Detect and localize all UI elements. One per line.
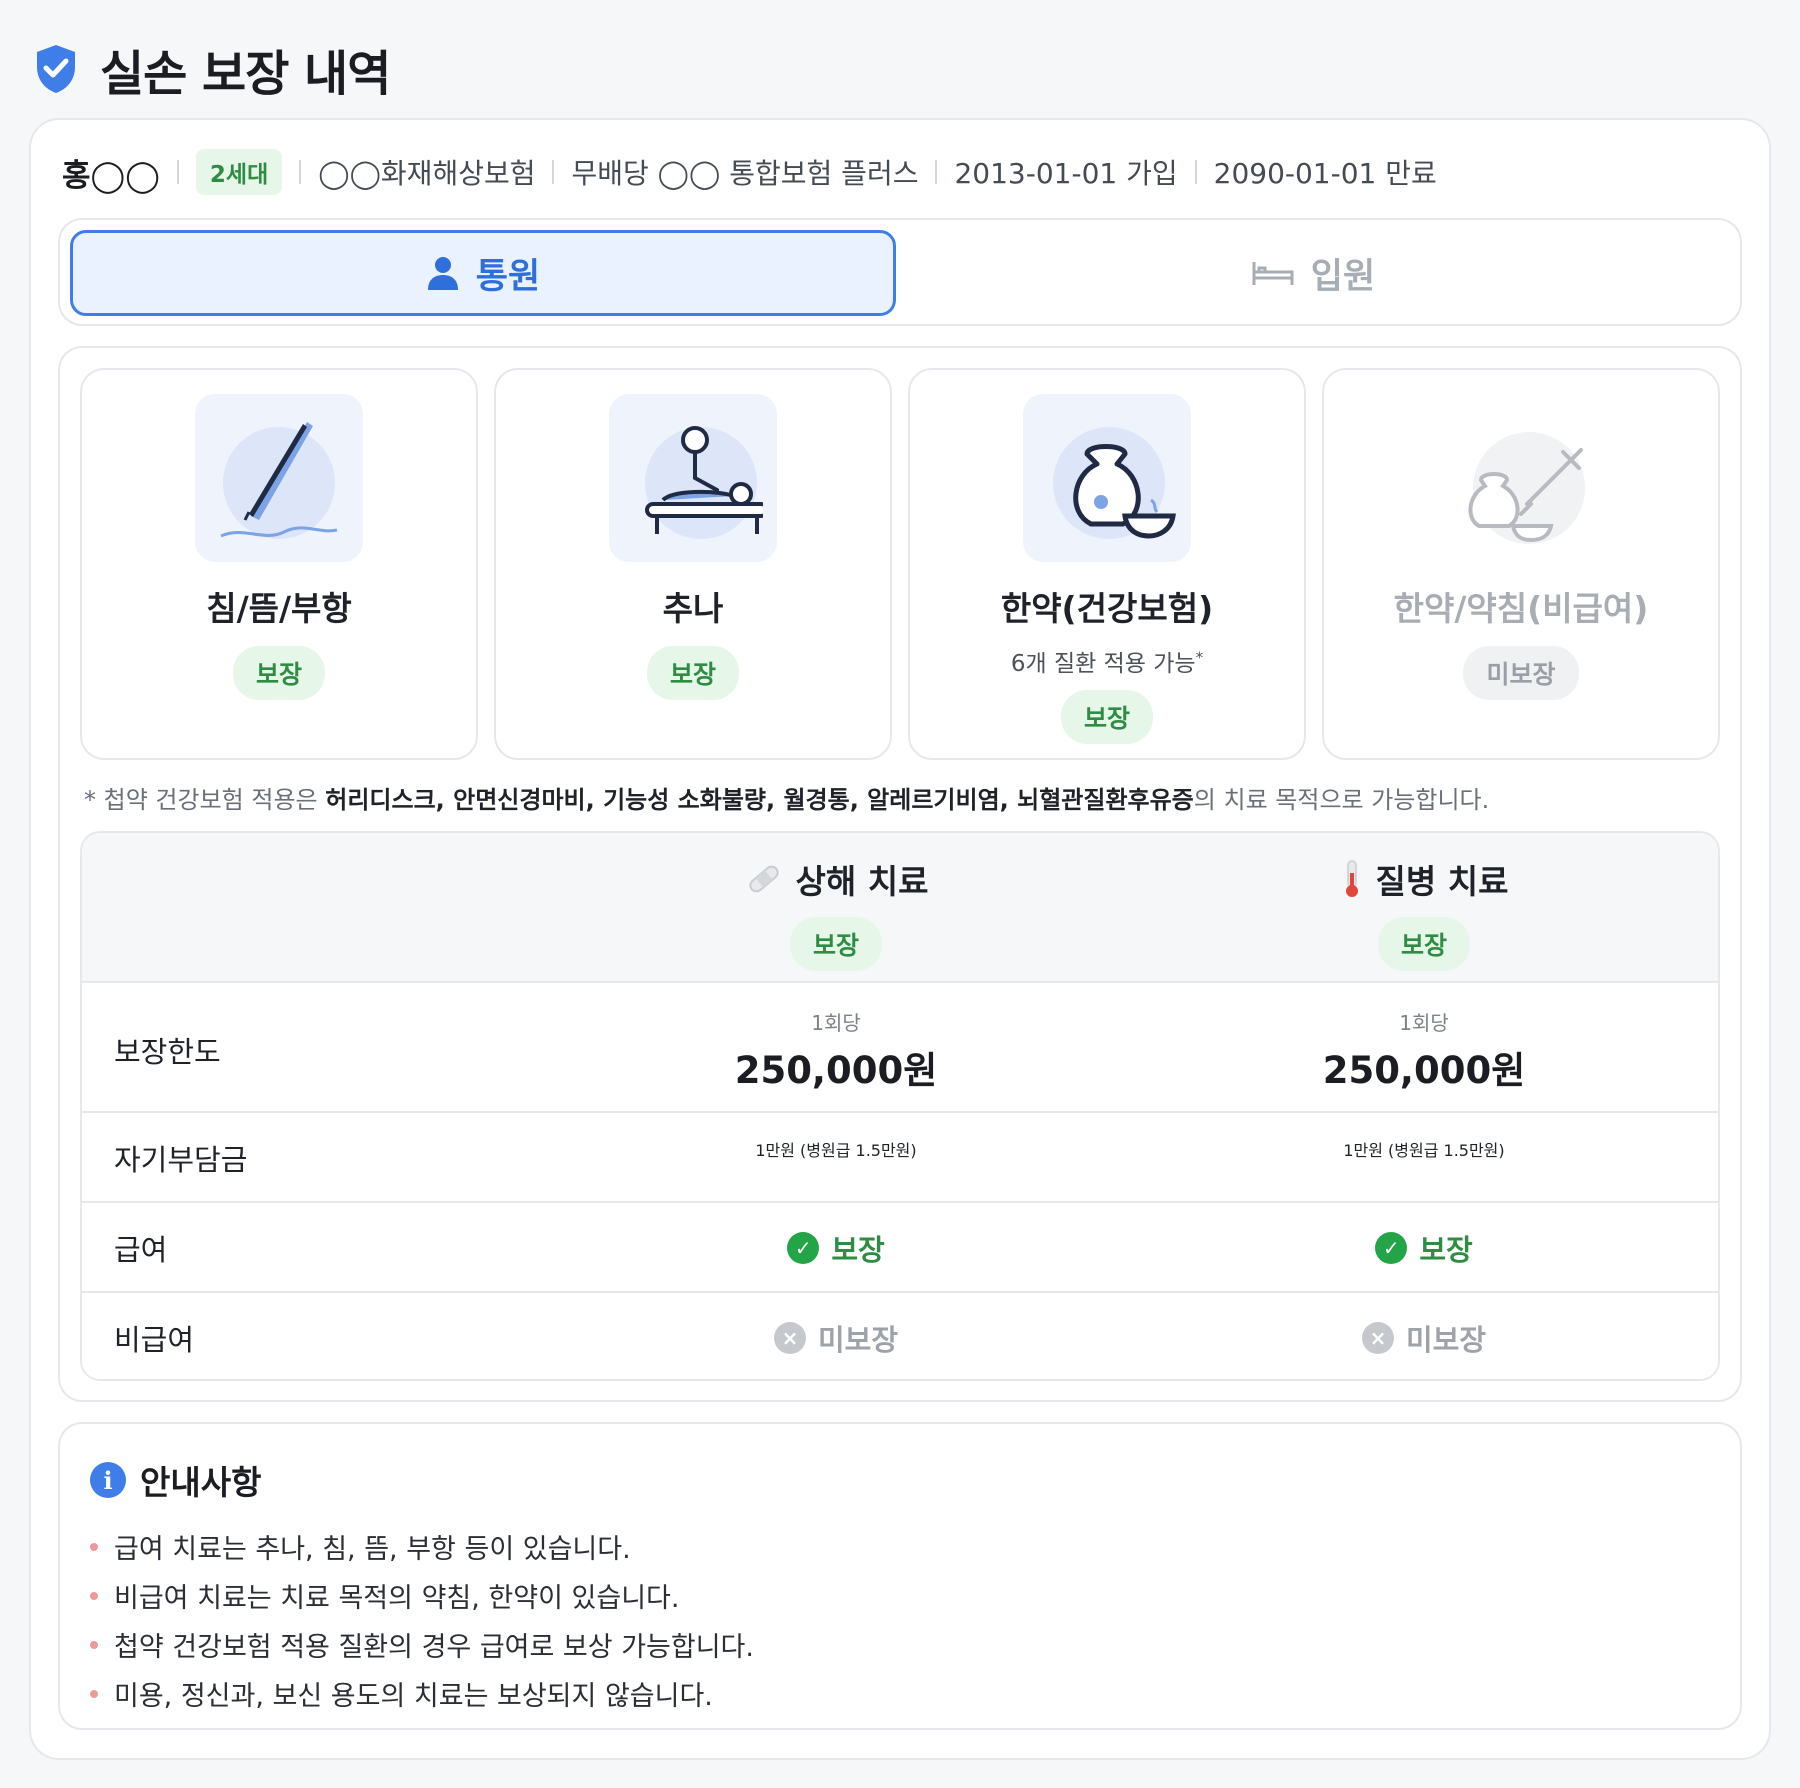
coverage-status-badge: 보장 bbox=[789, 917, 882, 971]
tab-inpatient[interactable]: 입원 bbox=[900, 230, 1726, 316]
coverage-status-badge: 보장 bbox=[646, 646, 739, 700]
treatment-name: 한약/약침(비급여) bbox=[1393, 589, 1649, 628]
row-label: 보장한도 bbox=[114, 1035, 221, 1069]
generation-badge: 2세대 bbox=[195, 149, 283, 195]
join-date: 2013-01-01 가입 bbox=[954, 157, 1178, 190]
divider bbox=[552, 160, 555, 184]
treatment-card-chuna[interactable]: 추나 보장 bbox=[494, 368, 892, 760]
limit-value: 250,000원 bbox=[1322, 1049, 1526, 1092]
divider bbox=[1194, 160, 1197, 184]
list-item: 급여 치료는 추나, 침, 뜸, 부항 등이 있습니다. bbox=[90, 1522, 754, 1571]
treatment-card-herbal-insured[interactable]: 한약(건강보험) 6개 질환 적용 가능* 보장 bbox=[908, 368, 1306, 760]
coverage-status-badge: 보장 bbox=[1377, 917, 1470, 971]
per-visit-label: 1회당 bbox=[1399, 1011, 1449, 1035]
coverage-status-badge: 보장 bbox=[1060, 690, 1153, 744]
notice-box: i 안내사항 급여 치료는 추나, 침, 뜸, 부항 등이 있습니다. 비급여 … bbox=[58, 1422, 1742, 1730]
limit-disease: 1회당 250,000원 bbox=[1224, 1007, 1624, 1094]
page-header: 실손 보장 내역 bbox=[34, 34, 391, 104]
divider bbox=[299, 160, 302, 184]
row-label: 비급여 bbox=[114, 1323, 195, 1357]
herbal-footnote: * 첩약 건강보험 적용은 허리디스크, 안면신경마비, 기능성 소화불량, 월… bbox=[84, 786, 1490, 814]
notice-title: 안내사항 bbox=[140, 1463, 262, 1502]
list-item: 비급여 치료는 치료 목적의 약침, 한약이 있습니다. bbox=[90, 1571, 754, 1620]
coverage-status-badge: 보장 bbox=[232, 646, 325, 700]
herbal-medicine-icon bbox=[1023, 394, 1191, 562]
table-header: 상해 치료 보장 질병 치료 보장 bbox=[82, 833, 1718, 983]
expiry-date: 2090-01-01 만료 bbox=[1213, 157, 1437, 190]
limit-injury: 1회당 250,000원 bbox=[636, 1007, 1036, 1094]
treatment-name: 추나 bbox=[662, 589, 724, 628]
chuna-therapy-icon bbox=[609, 394, 777, 562]
notice-list: 급여 치료는 추나, 침, 뜸, 부항 등이 있습니다. 비급여 치료는 치료 … bbox=[90, 1522, 754, 1718]
thermometer-icon bbox=[1345, 860, 1358, 897]
bullet-icon bbox=[90, 1542, 98, 1551]
divider bbox=[935, 160, 938, 184]
treatment-card-acupuncture[interactable]: 침/뜸/부항 보장 bbox=[80, 368, 478, 760]
noncovered-injury: × 미보장 bbox=[636, 1317, 1036, 1359]
row-label: 급여 bbox=[114, 1233, 168, 1267]
bullet-icon bbox=[90, 1640, 98, 1649]
deductible-injury: 1만원 (병원급 1.5만원) bbox=[755, 1141, 917, 1160]
treatment-card-herbal-uninsured[interactable]: 한약/약침(비급여) 미보장 bbox=[1322, 368, 1720, 760]
column-title: 상해 치료 bbox=[795, 862, 929, 901]
check-circle-icon: ✓ bbox=[1375, 1232, 1408, 1264]
covered-injury: ✓ 보장 bbox=[636, 1227, 1036, 1269]
bullet-icon bbox=[90, 1591, 98, 1600]
covered-disease: ✓ 보장 bbox=[1224, 1227, 1624, 1269]
coverage-status-badge: 미보장 bbox=[1463, 646, 1579, 700]
deductible-disease: 1만원 (병원급 1.5만원) bbox=[1343, 1141, 1505, 1160]
shield-check-icon bbox=[37, 45, 75, 93]
limit-value: 250,000원 bbox=[734, 1049, 938, 1092]
treatment-name: 한약(건강보험) bbox=[1000, 589, 1214, 628]
holder-name: 홍◯◯ bbox=[62, 157, 160, 194]
bandage-icon bbox=[748, 865, 779, 893]
tab-label: 입원 bbox=[1310, 256, 1376, 297]
row-label: 자기부담금 bbox=[114, 1143, 248, 1177]
column-disease: 질병 치료 보장 bbox=[1224, 855, 1624, 971]
table-row-covered: 급여 ✓ 보장 ✓ 보장 bbox=[82, 1203, 1718, 1293]
divider bbox=[176, 160, 179, 184]
check-circle-icon: ✓ bbox=[787, 1232, 820, 1264]
page-title: 실손 보장 내역 bbox=[100, 46, 391, 102]
column-injury: 상해 치료 보장 bbox=[636, 855, 1036, 971]
bullet-icon bbox=[90, 1689, 98, 1698]
per-visit-label: 1회당 bbox=[811, 1011, 861, 1035]
table-row-limit: 보장한도 1회당 250,000원 1회당 250,000원 bbox=[82, 983, 1718, 1113]
x-circle-icon: × bbox=[773, 1322, 806, 1354]
insurance-company: ◯◯화재해상보험 bbox=[318, 157, 536, 190]
info-icon: i bbox=[90, 1462, 126, 1498]
tab-outpatient[interactable]: 통원 bbox=[70, 230, 896, 316]
bed-icon bbox=[1252, 262, 1294, 285]
person-icon bbox=[427, 257, 458, 290]
list-item: 미용, 정신과, 보신 용도의 치료는 보상되지 않습니다. bbox=[90, 1669, 754, 1718]
coverage-table: 상해 치료 보장 질병 치료 보장 보장한도 1회당 250,000원 1회당 … bbox=[80, 831, 1720, 1381]
noncovered-disease: × 미보장 bbox=[1224, 1317, 1624, 1359]
table-row-noncovered: 비급여 × 미보장 × 미보장 bbox=[82, 1293, 1718, 1379]
product-name: 무배당 ◯◯ 통합보험 플러스 bbox=[571, 157, 919, 190]
column-title: 질병 치료 bbox=[1375, 862, 1509, 901]
care-type-tabs: 통원 입원 bbox=[58, 218, 1742, 326]
acupuncture-needle-icon bbox=[195, 394, 363, 562]
treatment-note: 6개 질환 적용 가능* bbox=[1010, 648, 1204, 677]
list-item: 첩약 건강보험 적용 질환의 경우 급여로 보상 가능합니다. bbox=[90, 1620, 754, 1669]
x-circle-icon: × bbox=[1361, 1322, 1394, 1354]
tab-label: 통원 bbox=[475, 256, 541, 297]
notice-header: i 안내사항 bbox=[90, 1456, 261, 1504]
policy-info: 홍◯◯ 2세대 ◯◯화재해상보험 무배당 ◯◯ 통합보험 플러스 2013-01… bbox=[62, 149, 1437, 195]
herbal-injection-icon bbox=[1437, 394, 1605, 562]
treatment-name: 침/뜸/부항 bbox=[206, 589, 352, 628]
table-row-deductible: 자기부담금 1만원 (병원급 1.5만원) 1만원 (병원급 1.5만원) bbox=[82, 1113, 1718, 1203]
